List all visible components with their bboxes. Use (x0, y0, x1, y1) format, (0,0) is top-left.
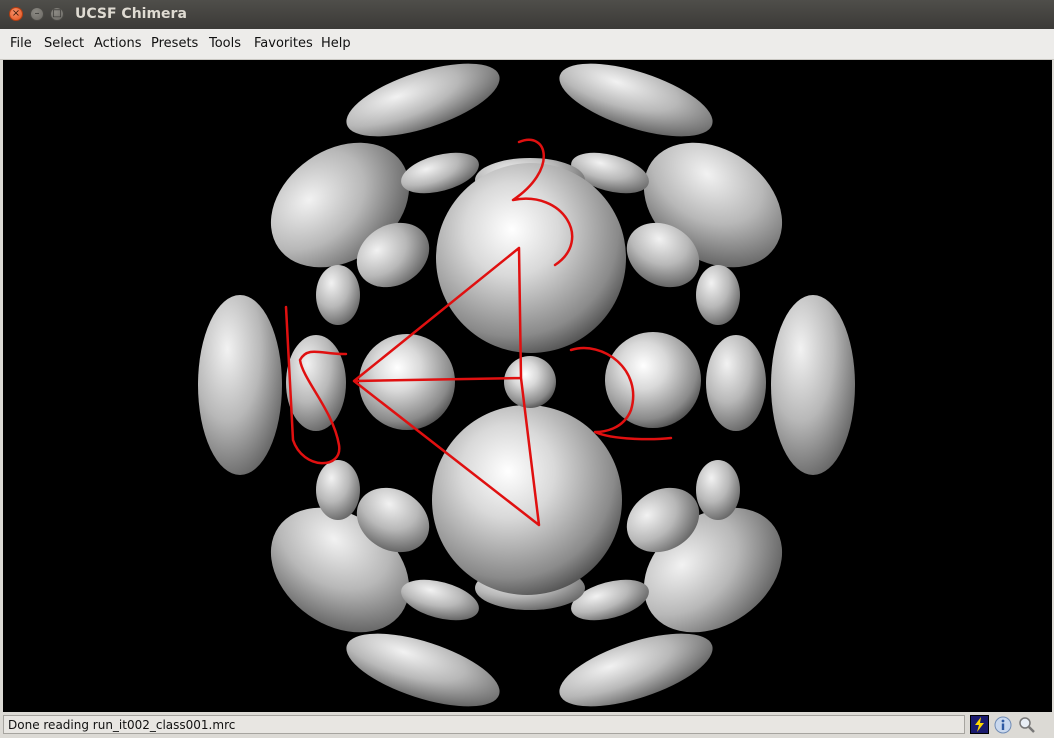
menu-actions[interactable]: Actions (94, 36, 142, 51)
window-title: UCSF Chimera (75, 6, 187, 22)
status-message-field: Done reading run_it002_class001.mrc (3, 715, 965, 734)
menu-presets[interactable]: Presets (151, 36, 198, 51)
magnifier-icon[interactable] (1017, 715, 1037, 735)
menu-select[interactable]: Select (44, 36, 84, 51)
minimize-button[interactable]: – (30, 7, 44, 21)
status-message: Done reading run_it002_class001.mrc (8, 718, 236, 732)
menu-file[interactable]: File (10, 36, 32, 51)
maximize-icon: □ (52, 8, 62, 19)
minimize-icon: – (34, 8, 40, 19)
menu-tools[interactable]: Tools (209, 36, 241, 51)
title-bar: × – □ UCSF Chimera (0, 0, 1054, 29)
close-button[interactable]: × (9, 7, 23, 21)
menu-help[interactable]: Help (321, 36, 351, 51)
maximize-button[interactable]: □ (50, 7, 64, 21)
menu-bar: File Select Actions Presets Tools Favori… (0, 29, 1054, 60)
molecular-surface-render (198, 63, 855, 707)
menu-favorites[interactable]: Favorites (254, 36, 313, 51)
close-icon: × (11, 8, 21, 19)
bolt-icon[interactable] (970, 715, 989, 734)
info-icon[interactable] (993, 715, 1013, 735)
status-bar: Done reading run_it002_class001.mrc (0, 713, 1054, 738)
graphics-viewport[interactable] (3, 60, 1052, 712)
